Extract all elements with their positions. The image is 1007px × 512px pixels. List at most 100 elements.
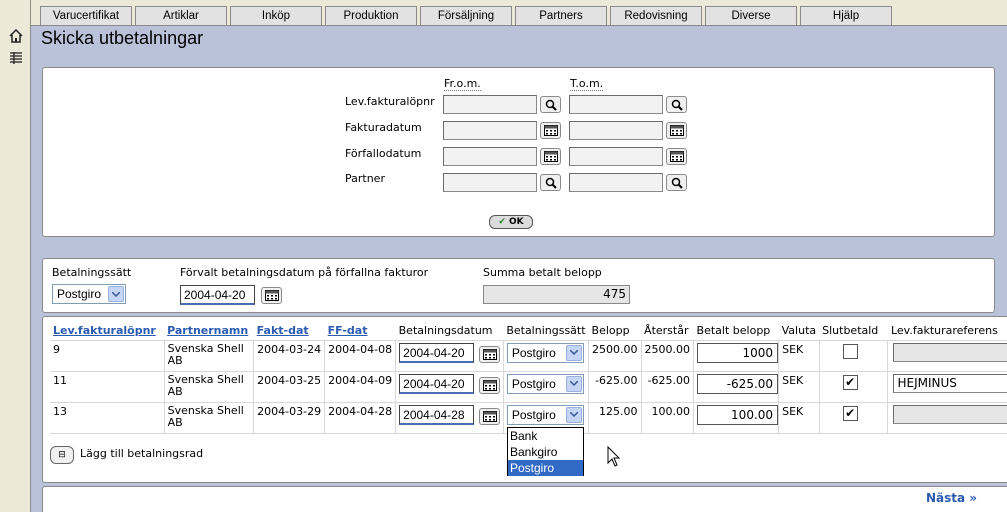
paid-amount-input[interactable]: 100.00 (697, 404, 779, 425)
betalningssatt-label: Betalningssätt (52, 266, 132, 279)
reference-input[interactable]: HEJMINUS (893, 373, 1007, 393)
paid-amount-input[interactable]: -625.00 (697, 373, 779, 394)
dropdown-option-postgiro[interactable]: Postgiro (508, 460, 583, 476)
default-date-label: Förvalt betalningsdatum på förfallna fak… (180, 266, 429, 279)
cell-ff: 2004-04-08 (324, 340, 397, 372)
dropdown-option-bankgiro[interactable]: Bankgiro (508, 444, 583, 460)
payment-method-select[interactable]: Postgiro (506, 404, 584, 425)
forfallodatum-label: Förfallodatum (345, 147, 422, 160)
cell-ff: 2004-04-28 (324, 402, 397, 434)
calendar-icon[interactable] (666, 122, 687, 139)
tab-inkop[interactable]: Inköp (230, 6, 322, 25)
home-icon[interactable] (8, 28, 24, 44)
payment-date-input[interactable]: 2004-04-28 (399, 404, 475, 425)
col-aterstar: Återstår (641, 321, 694, 341)
left-toolbar (0, 0, 31, 512)
calendar-icon[interactable] (479, 407, 501, 425)
cell-aterstar: -625.00 (641, 371, 695, 403)
calendar-icon[interactable] (540, 148, 561, 165)
to-header: T.o.m. (570, 77, 604, 91)
top-menu-bar: Varucertifikat Artiklar Inköp Produktion… (31, 0, 1007, 26)
cell-fakt: 2004-03-24 (253, 340, 326, 372)
col-ff-dat[interactable]: FF-dat (324, 321, 396, 341)
cell-belopp: -625.00 (588, 371, 642, 403)
col-partner[interactable]: Partnernamn (164, 321, 254, 341)
cell-nr: 13 (50, 402, 165, 434)
chevron-down-icon (565, 375, 582, 392)
tab-produktion[interactable]: Produktion (325, 6, 417, 25)
reference-input[interactable] (893, 342, 1007, 362)
final-paid-checkbox[interactable]: ✔ (842, 405, 858, 421)
calendar-icon[interactable] (479, 345, 501, 363)
partner-to-input[interactable] (569, 173, 663, 192)
forfallodatum-from-input[interactable] (443, 147, 537, 166)
col-lopnr[interactable]: Lev.fakturalöpnr (50, 321, 165, 341)
payment-method-select[interactable]: Postgiro (52, 284, 126, 304)
forfallodatum-to-input[interactable] (569, 147, 663, 166)
cell-valuta: SEK (778, 371, 820, 403)
cell-partner: Svenska Shell AB (164, 340, 255, 372)
cell-belopp: 125.00 (588, 402, 642, 434)
cell-valuta: SEK (778, 402, 820, 434)
lev-fakturalopnr-label: Lev.fakturalöpnr (345, 95, 435, 108)
tab-varucertifikat[interactable]: Varucertifikat (40, 6, 132, 25)
partner-label: Partner (345, 172, 385, 185)
cursor-icon (607, 446, 621, 467)
sum-label: Summa betalt belopp (483, 266, 602, 279)
payment-method-select[interactable]: Postgiro (506, 342, 584, 363)
fakturadatum-label: Fakturadatum (345, 121, 422, 134)
tab-artiklar[interactable]: Artiklar (135, 6, 227, 25)
partner-from-input[interactable] (443, 173, 537, 192)
chevron-down-icon (565, 406, 582, 423)
lopnr-to-input[interactable] (569, 95, 663, 114)
dropdown-option-bank[interactable]: Bank (508, 428, 583, 444)
cell-belopp: 2500.00 (588, 340, 642, 372)
cell-partner: Svenska Shell AB (164, 402, 255, 434)
list-icon[interactable] (8, 50, 24, 66)
search-icon[interactable] (540, 96, 561, 113)
cell-fakt: 2004-03-29 (253, 402, 326, 434)
tab-redovisning[interactable]: Redovisning (610, 6, 702, 25)
search-icon[interactable] (666, 174, 687, 191)
calendar-icon[interactable] (261, 287, 282, 304)
table-row: 9 Svenska Shell AB 2004-03-24 2004-04-08… (50, 340, 1007, 372)
search-icon[interactable] (666, 96, 687, 113)
add-payment-row-label[interactable]: Lägg till betalningsrad (80, 447, 203, 460)
ok-button[interactable]: ✔ OK (489, 215, 533, 229)
reference-input[interactable] (893, 404, 1007, 424)
payment-date-input[interactable]: 2004-04-20 (399, 373, 475, 394)
tab-partners[interactable]: Partners (515, 6, 607, 25)
default-date-input[interactable]: 2004-04-20 (180, 285, 255, 305)
cell-aterstar: 2500.00 (641, 340, 695, 372)
search-icon[interactable] (540, 174, 561, 191)
paid-amount-input[interactable]: 1000 (697, 342, 779, 363)
final-paid-checkbox[interactable]: ✔ (842, 374, 858, 390)
calendar-icon[interactable] (479, 376, 501, 394)
tab-hjalp[interactable]: Hjälp (800, 6, 892, 25)
fakturadatum-from-input[interactable] (443, 121, 537, 140)
payment-date-input[interactable]: 2004-04-20 (399, 342, 475, 363)
tab-forsaljning[interactable]: Försäljning (420, 6, 512, 25)
col-betalningssatt: Betalningssätt (503, 321, 589, 341)
tab-diverse[interactable]: Diverse (705, 6, 797, 25)
final-paid-checkbox[interactable] (842, 343, 858, 359)
cell-aterstar: 100.00 (641, 402, 695, 434)
next-link[interactable]: Nästa » (926, 491, 977, 505)
calendar-icon[interactable] (666, 148, 687, 165)
col-belopp: Belopp (588, 321, 642, 341)
lopnr-from-input[interactable] (443, 95, 537, 114)
col-betalt: Betalt belopp (693, 321, 779, 341)
payment-settings-panel: Betalningssätt Postgiro Förvalt betalnin… (42, 258, 995, 313)
add-payment-row-button[interactable]: ⊟ (50, 446, 74, 464)
col-slutbetald: Slutbetald (819, 321, 888, 341)
fakturadatum-to-input[interactable] (569, 121, 663, 140)
chevron-down-icon (565, 344, 582, 361)
calendar-icon[interactable] (540, 122, 561, 139)
bottom-nav-panel: Nästa » (42, 486, 1007, 512)
payment-method-select[interactable]: Postgiro (506, 373, 584, 394)
cell-valuta: SEK (778, 340, 820, 372)
cell-fakt: 2004-03-25 (253, 371, 326, 403)
payment-method-dropdown[interactable]: Bank Bankgiro Postgiro (507, 427, 584, 476)
col-fakt-dat[interactable]: Fakt-dat (253, 321, 325, 341)
col-referens: Lev.fakturareferens (887, 321, 1007, 341)
